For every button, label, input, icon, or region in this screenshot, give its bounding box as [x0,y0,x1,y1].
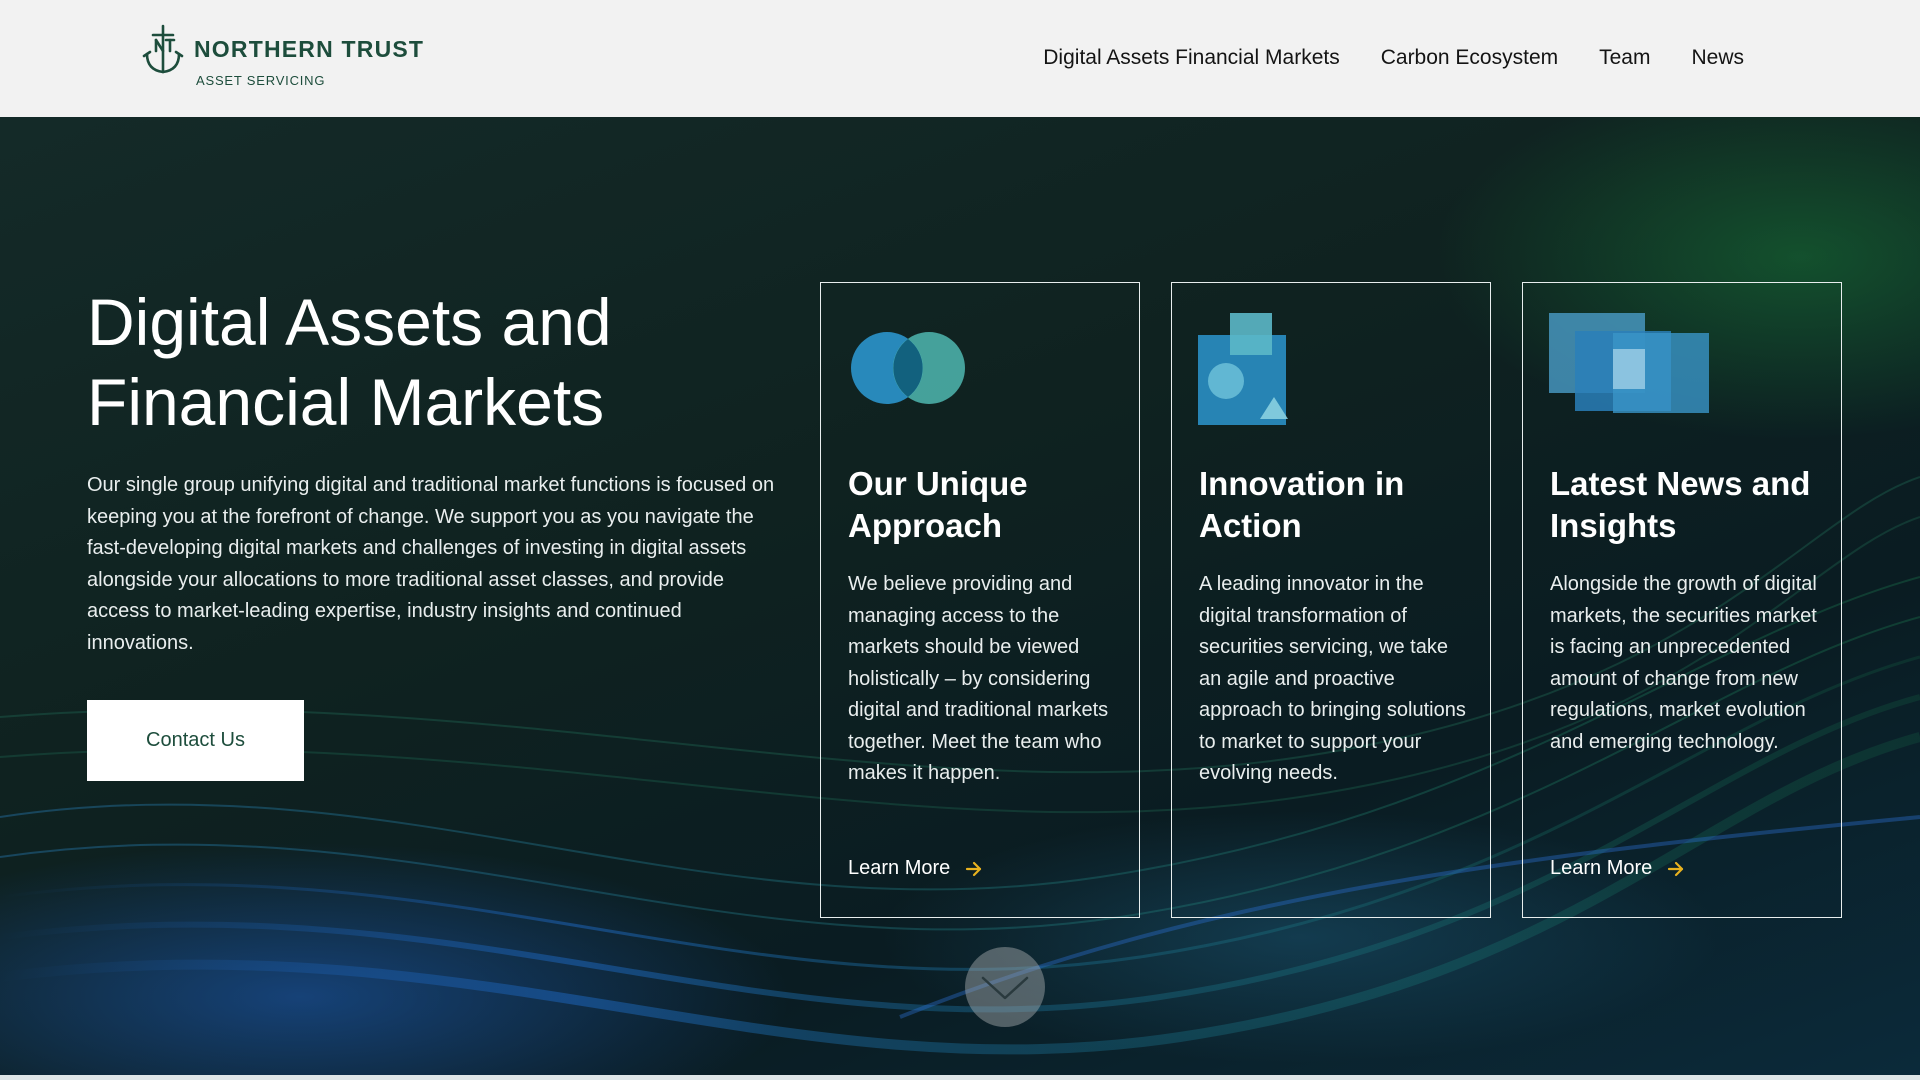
scroll-down-button[interactable] [965,947,1045,1027]
shapes-icon [1198,313,1288,425]
logo-subtitle: ASSET SERVICING [196,73,326,88]
logo-name: NORTHERN TRUST [194,36,425,62]
learn-more-link[interactable]: Learn More [1550,857,1686,880]
card-text: We believe providing and managing access… [848,573,1109,784]
learn-more-link[interactable]: Learn More [848,857,984,880]
overlapping-circles-icon [851,332,965,404]
page-bottom-divider [0,1075,1920,1080]
nav-item-team[interactable]: Team [1599,46,1650,70]
page-title: Digital Assets and Financial Markets [87,282,787,442]
card-innovation: Innovation in Action A leading innovator… [1171,282,1491,918]
card-title: Our Unique Approach [848,465,1028,544]
overlapping-squares-icon [1549,313,1709,413]
card-text: Alongside the growth of digital markets,… [1550,573,1817,753]
contact-us-button[interactable]: Contact Us [87,700,304,781]
hero-description: Our single group unifying digital and tr… [87,474,775,654]
nav-item-digital-assets[interactable]: Digital Assets Financial Markets [1043,46,1339,70]
nav-item-carbon-ecosystem[interactable]: Carbon Ecosystem [1381,46,1558,70]
page-title-line-2: Financial Markets [87,365,605,439]
arrow-right-icon [966,861,982,876]
learn-more-label: Learn More [848,857,951,879]
card-text: A leading innovator in the digital trans… [1199,573,1466,784]
anchor-logo-icon [142,24,184,74]
card-news-insights: Latest News and Insights Alongside the g… [1522,282,1842,918]
arrow-right-icon [1668,861,1684,876]
card-title: Innovation in Action [1199,465,1405,544]
chevron-down-icon [981,976,1029,1000]
main-nav: Digital Assets Financial Markets Carbon … [1043,46,1744,70]
learn-more-label: Learn More [1550,857,1653,879]
card-title: Latest News and Insights [1550,465,1811,544]
page-title-line-1: Digital Assets and [87,285,612,359]
site-header: NORTHERN TRUST ASSET SERVICING Digital A… [0,0,1920,117]
nav-item-news[interactable]: News [1691,46,1744,70]
northern-trust-logo[interactable]: NORTHERN TRUST ASSET SERVICING [142,22,424,88]
card-unique-approach: Our Unique Approach We believe providing… [820,282,1140,918]
